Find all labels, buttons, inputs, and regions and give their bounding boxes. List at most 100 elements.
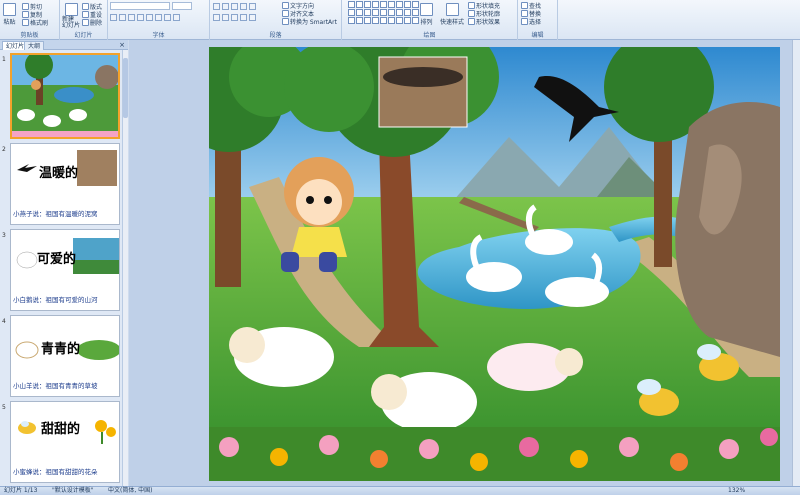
shape-icon[interactable] (412, 1, 419, 8)
shape-icon[interactable] (364, 17, 371, 24)
theme-name: "默认设计模板" (52, 487, 94, 494)
font-size-select[interactable] (172, 2, 192, 10)
shape-icon[interactable] (396, 1, 403, 8)
shape-icon[interactable] (388, 1, 395, 8)
italic-icon[interactable] (119, 14, 126, 21)
slides-group-label: 幻灯片 (74, 32, 93, 39)
font-group: 字体 (108, 0, 210, 40)
shape-icon[interactable] (356, 1, 363, 8)
effects-icon (468, 18, 475, 25)
shape-icon[interactable] (404, 9, 411, 16)
shape-icon[interactable] (356, 9, 363, 16)
numbering-icon[interactable] (222, 3, 229, 10)
shape-icon[interactable] (348, 17, 355, 24)
slide-thumbnail-2[interactable]: 温暖的 小燕子说：祖国有温暖的泥窝 (10, 143, 120, 225)
scissors-icon (22, 3, 29, 10)
shape-icon[interactable] (404, 17, 411, 24)
panel-scroll-thumb[interactable] (123, 58, 128, 118)
shape-icon[interactable] (388, 17, 395, 24)
copy-icon (22, 11, 29, 18)
delete-icon (82, 19, 89, 26)
slide-number: 1 (2, 56, 6, 63)
editing-group-label: 编辑 (531, 32, 544, 39)
pen-icon (468, 10, 475, 17)
bold-icon[interactable] (110, 14, 117, 21)
slide-number: 2 (2, 146, 6, 153)
shape-icon[interactable] (372, 17, 379, 24)
slide-title: 甜甜的 (41, 422, 81, 437)
shape-icon[interactable] (348, 9, 355, 16)
shape-icon[interactable] (380, 1, 387, 8)
shape-icon[interactable] (396, 17, 403, 24)
slide-thumbnail-3[interactable]: 可爱的 小白鹅说：祖国有可爱的山河 (10, 229, 120, 311)
editing-group: 查找 替换 选择 编辑 (518, 0, 558, 40)
shape-icon[interactable] (412, 9, 419, 16)
arrange-icon (420, 3, 433, 16)
align-toolbar (213, 14, 256, 21)
shapes-gallery[interactable] (348, 1, 419, 24)
slide-thumbnail-4[interactable]: 青青的 小山羊说：祖国有青青的草坡 (10, 315, 120, 397)
slide-canvas[interactable] (209, 47, 780, 481)
shape-icon[interactable] (372, 9, 379, 16)
paragraph-group-label: 段落 (269, 32, 282, 39)
slide-thumbnail-5[interactable]: 甜甜的 小蜜蜂说：祖国有甜甜的花朵 (10, 401, 120, 483)
align-right-icon[interactable] (231, 14, 238, 21)
zoom-level[interactable]: 132% (728, 487, 745, 495)
shape-icon[interactable] (356, 17, 363, 24)
char-spacing-icon[interactable] (155, 14, 162, 21)
arrange-button[interactable]: 排列 (420, 3, 433, 26)
justify-icon[interactable] (240, 14, 247, 21)
binoculars-icon (521, 2, 528, 9)
delete-button[interactable]: 删除 (82, 18, 102, 27)
close-icon[interactable]: × (119, 41, 125, 49)
shape-icon[interactable] (388, 9, 395, 16)
brush-icon (22, 19, 29, 26)
tab-outline[interactable]: 大纲 (24, 41, 45, 50)
text-direction-icon (282, 2, 289, 9)
smartart-icon (282, 18, 289, 25)
cursor-icon (521, 18, 528, 25)
list-toolbar (213, 3, 256, 10)
replace-icon (521, 10, 528, 17)
shape-icon[interactable] (372, 1, 379, 8)
editor-scrollbar[interactable] (792, 40, 800, 486)
font-family-select[interactable] (110, 2, 170, 10)
change-case-icon[interactable] (164, 14, 171, 21)
align-left-icon[interactable] (213, 14, 220, 21)
layout-icon (82, 3, 89, 10)
shape-effects-button[interactable]: 形状效果 (468, 17, 500, 26)
slide-title: 可爱的 (37, 252, 77, 267)
format-painter-button[interactable]: 格式刷 (22, 18, 48, 27)
increase-indent-icon[interactable] (240, 3, 247, 10)
shape-icon[interactable] (380, 9, 387, 16)
font-color-icon[interactable] (173, 14, 180, 21)
quick-styles-button[interactable]: 快速样式 (440, 3, 464, 26)
smartart-button[interactable]: 转换为 SmartArt (282, 17, 337, 26)
underline-icon[interactable] (128, 14, 135, 21)
select-button[interactable]: 选择 (521, 17, 541, 26)
new-slide-icon (64, 3, 78, 16)
shadow-icon[interactable] (146, 14, 153, 21)
bullets-icon[interactable] (213, 3, 220, 10)
columns-icon[interactable] (249, 14, 256, 21)
slide-thumbnail-1[interactable] (10, 53, 120, 139)
shape-icon[interactable] (380, 17, 387, 24)
shape-icon[interactable] (412, 17, 419, 24)
paste-button[interactable]: 粘贴 (3, 3, 16, 26)
shape-icon[interactable] (364, 1, 371, 8)
shape-icon[interactable] (364, 9, 371, 16)
panel-tabs: 幻灯片 大纲 × (0, 40, 128, 50)
slides-panel: 幻灯片 大纲 × 1 2 温暖的 小燕子说：祖国有温暖的泥窝 3 可爱的 小白鹅… (0, 40, 128, 486)
shape-icon[interactable] (404, 1, 411, 8)
shape-icon[interactable] (348, 1, 355, 8)
strikethrough-icon[interactable] (137, 14, 144, 21)
language-indicator[interactable]: 中文(简体, 中国) (108, 487, 153, 495)
shape-icon[interactable] (396, 9, 403, 16)
decrease-indent-icon[interactable] (231, 3, 238, 10)
align-center-icon[interactable] (222, 14, 229, 21)
new-slide-button[interactable]: 新建 幻灯片 (62, 3, 80, 29)
scene-thumbnail (12, 55, 118, 137)
line-spacing-icon[interactable] (249, 3, 256, 10)
panel-scrollbar[interactable] (122, 50, 128, 486)
slide-number: 5 (2, 404, 6, 411)
